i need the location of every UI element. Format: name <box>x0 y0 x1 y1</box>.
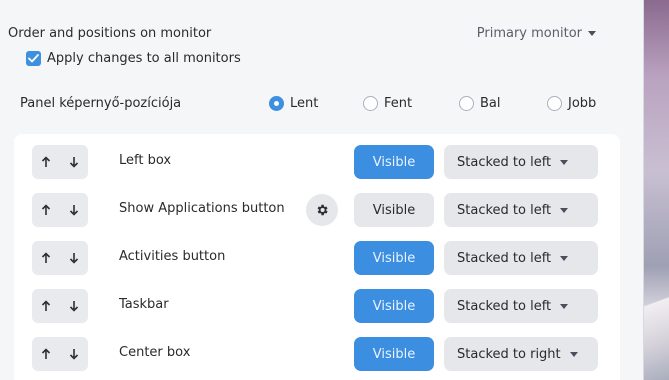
position-select-label: Stacked to left <box>457 154 552 170</box>
position-select-label: Stacked to right <box>457 346 561 362</box>
move-down-button[interactable] <box>60 241 88 275</box>
chevron-down-icon <box>588 30 596 36</box>
settings-panel: Order and positions on monitor Primary m… <box>0 0 644 380</box>
arrow-up-icon <box>41 204 51 215</box>
list-item: Activities button Visible Stacked to lef… <box>14 234 620 282</box>
visible-toggle-button[interactable]: Visible <box>354 241 434 275</box>
section-header: Order and positions on monitor Primary m… <box>8 22 608 44</box>
position-select-label: Stacked to left <box>457 202 552 218</box>
element-list: Left box Visible Stacked to left Show Ap… <box>14 134 620 380</box>
chevron-down-icon <box>560 255 569 261</box>
arrow-up-icon <box>41 300 51 311</box>
radio-button[interactable] <box>363 95 378 111</box>
radio-button[interactable] <box>269 95 284 111</box>
chevron-down-icon <box>560 159 569 165</box>
radio-label: Jobb <box>568 95 597 111</box>
radio-option-fent[interactable]: Fent <box>363 95 413 111</box>
panel-position-row: Panel képernyő-pozíciója Lent Fent Bal J… <box>20 92 610 114</box>
item-label: Activities button <box>119 249 226 264</box>
item-label: Center box <box>119 345 191 360</box>
arrow-down-icon <box>69 301 79 312</box>
chevron-down-icon <box>560 207 569 213</box>
position-select[interactable]: Stacked to right <box>444 337 598 371</box>
position-select[interactable]: Stacked to left <box>444 241 598 275</box>
visible-toggle-button[interactable]: Visible <box>354 193 434 227</box>
position-select[interactable]: Stacked to left <box>444 145 598 179</box>
arrow-down-icon <box>69 253 79 264</box>
list-item: Center box Visible Stacked to right <box>14 330 620 378</box>
monitor-select[interactable]: Primary monitor <box>477 26 596 41</box>
radio-button[interactable] <box>459 95 474 111</box>
apply-all-checkbox[interactable] <box>26 51 41 66</box>
move-down-button[interactable] <box>60 193 88 227</box>
panel-position-label: Panel képernyő-pozíciója <box>20 95 182 111</box>
arrow-up-icon <box>41 252 51 263</box>
section-title: Order and positions on monitor <box>8 25 212 41</box>
visible-toggle-button[interactable]: Visible <box>354 145 434 179</box>
apply-all-checkbox-row[interactable]: Apply changes to all monitors <box>26 51 241 66</box>
radio-option-bal[interactable]: Bal <box>459 95 501 111</box>
radio-label: Lent <box>290 95 319 111</box>
position-select[interactable]: Stacked to left <box>444 193 598 227</box>
item-label: Taskbar <box>119 297 169 312</box>
visible-toggle-button[interactable]: Visible <box>354 337 434 371</box>
move-up-button[interactable] <box>32 241 60 275</box>
chevron-down-icon <box>569 351 578 357</box>
move-up-button[interactable] <box>32 145 60 179</box>
checkmark-icon <box>28 54 39 63</box>
arrow-up-icon <box>41 348 51 359</box>
list-item: Show Applications button Visible Stacked… <box>14 186 620 234</box>
radio-button[interactable] <box>547 95 562 111</box>
move-down-button[interactable] <box>60 289 88 323</box>
visible-toggle-button[interactable]: Visible <box>354 289 434 323</box>
move-up-button[interactable] <box>32 337 60 371</box>
position-select-label: Stacked to left <box>457 250 552 266</box>
item-label: Left box <box>119 153 172 168</box>
move-down-button[interactable] <box>60 337 88 371</box>
move-up-button[interactable] <box>32 289 60 323</box>
position-select[interactable]: Stacked to left <box>444 289 598 323</box>
arrow-down-icon <box>69 349 79 360</box>
position-select-label: Stacked to left <box>457 298 552 314</box>
arrow-down-icon <box>69 157 79 168</box>
item-label: Show Applications button <box>119 201 285 216</box>
move-down-button[interactable] <box>60 145 88 179</box>
radio-option-jobb[interactable]: Jobb <box>547 95 597 111</box>
move-up-button[interactable] <box>32 193 60 227</box>
monitor-select-label: Primary monitor <box>476 25 582 41</box>
gear-icon <box>317 204 328 216</box>
list-item: Left box Visible Stacked to left <box>14 138 620 186</box>
settings-button[interactable] <box>306 194 338 226</box>
arrow-up-icon <box>41 156 51 167</box>
radio-option-lent[interactable]: Lent <box>269 95 319 111</box>
radio-label: Bal <box>480 95 501 111</box>
radio-label: Fent <box>384 95 413 111</box>
wallpaper-mountains <box>644 250 669 380</box>
chevron-down-icon <box>560 303 569 309</box>
list-item: Taskbar Visible Stacked to left <box>14 282 620 330</box>
arrow-down-icon <box>69 205 79 216</box>
apply-all-label: Apply changes to all monitors <box>47 51 241 66</box>
